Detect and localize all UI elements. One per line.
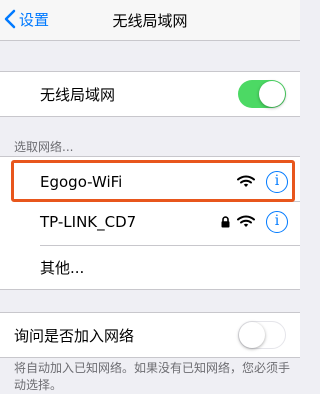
wifi-toggle-label: 无线局域网 <box>40 86 116 104</box>
wifi-toggle-switch[interactable] <box>238 80 286 108</box>
ask-join-group: 询问是否加入网络 <box>0 312 300 358</box>
network-name: TP-LINK_CD7 <box>40 213 137 231</box>
ask-join-row: 询问是否加入网络 <box>0 313 300 357</box>
network-info-button[interactable]: i <box>266 171 288 193</box>
wifi-icon <box>237 215 255 227</box>
network-name: Egogo-WiFi <box>40 173 123 191</box>
networks-group: Egogo-WiFi i TP-LINK_CD7 i 其他... <box>0 156 300 290</box>
navigation-bar: 设置 无线局域网 <box>0 0 300 41</box>
network-row-tplink[interactable]: TP-LINK_CD7 i <box>0 201 300 245</box>
wifi-toggle-row: 无线局域网 <box>0 72 300 116</box>
wifi-icon <box>237 175 255 187</box>
ask-join-footer-text: 将自动加入已知网络。如果没有已知网络，您必须手动选择。 <box>14 361 291 392</box>
other-network-label: 其他... <box>40 259 85 277</box>
toggle-knob <box>259 81 285 107</box>
other-network-row[interactable]: 其他... <box>0 245 300 289</box>
network-info-button[interactable]: i <box>266 211 288 233</box>
ask-join-label: 询问是否加入网络 <box>14 327 135 345</box>
network-row-egogo[interactable]: Egogo-WiFi i <box>0 161 300 205</box>
toggle-knob <box>239 322 265 348</box>
page-title: 无线局域网 <box>112 12 188 30</box>
ask-join-toggle-switch[interactable] <box>238 321 286 349</box>
wifi-toggle-group: 无线局域网 <box>0 71 300 117</box>
lock-icon <box>221 216 230 228</box>
networks-section-header: 选取网络... <box>14 140 74 154</box>
